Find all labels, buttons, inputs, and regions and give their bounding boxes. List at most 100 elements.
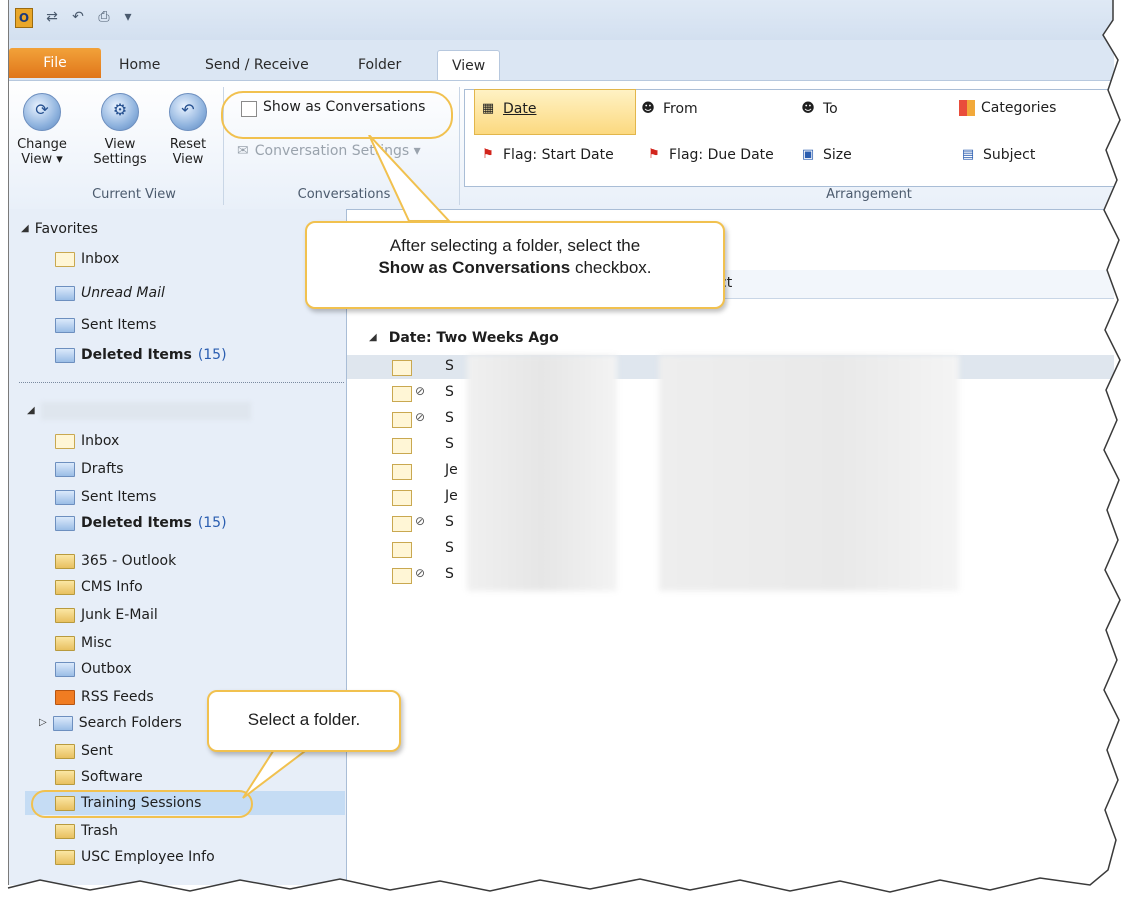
nav-folder-misc[interactable]: Misc <box>55 631 112 655</box>
drafts-icon <box>55 461 75 477</box>
change-view-icon: ⟳ <box>23 93 61 131</box>
nav-folder-rss[interactable]: RSS Feeds <box>55 685 154 709</box>
reset-view-label: Reset View <box>169 137 207 167</box>
account-name-redacted <box>40 402 251 420</box>
people-icon: ☻ <box>641 101 655 116</box>
envelope-icon <box>392 542 412 558</box>
tab-send-receive[interactable]: Send / Receive <box>205 50 309 80</box>
change-view-label: Change View ▾ <box>17 137 67 167</box>
favorites-header[interactable]: ◢ Favorites <box>21 217 98 241</box>
quick-access-toolbar: O ⇄ ↶ ⎙ ▾ <box>9 0 1114 41</box>
arrange-by-flag-start[interactable]: ⚑ Flag: Start Date <box>479 146 614 164</box>
outbox-icon <box>55 661 75 677</box>
collapse-triangle-icon: ◢ <box>27 405 35 416</box>
size-icon: ▣ <box>801 147 815 162</box>
view-settings-icon: ⚙ <box>101 93 139 131</box>
callout-show-as-conversations: After selecting a folder, select the Sho… <box>305 221 725 309</box>
envelope-icon <box>392 490 412 506</box>
folder-icon <box>55 769 75 785</box>
nav-favorite-deleted[interactable]: Deleted Items (15) <box>55 343 227 367</box>
envelope-icon <box>392 568 412 584</box>
account-header[interactable]: ◢ <box>27 399 251 423</box>
send-receive-icon[interactable]: ⇄ <box>43 8 61 26</box>
arrange-by-from[interactable]: ☻ From <box>639 100 697 118</box>
nav-folder-cms-info[interactable]: CMS Info <box>55 575 143 599</box>
search-folder-icon <box>55 285 75 301</box>
date-group-header[interactable]: ◢ Date: Two Weeks Ago <box>369 326 559 350</box>
callout-pointer <box>368 135 452 222</box>
folder-icon <box>55 849 75 865</box>
folder-icon <box>55 579 75 595</box>
arrange-by-date[interactable]: ▦ Date <box>479 100 537 118</box>
outlook-window: O ⇄ ↶ ⎙ ▾ Home Send / Receive Folder Vie… <box>8 0 1114 885</box>
nav-folder-junk[interactable]: Junk E-Mail <box>55 603 158 627</box>
current-view-group-label: Current View <box>92 187 176 202</box>
junk-folder-icon <box>55 607 75 623</box>
envelope-icon <box>392 516 412 532</box>
people-icon: ☻ <box>801 101 815 116</box>
view-settings-button[interactable]: ⚙ View Settings <box>89 89 151 167</box>
nav-folder-deleted[interactable]: Deleted Items (15) <box>55 511 227 535</box>
outlook-app-icon[interactable]: O <box>15 8 33 28</box>
nav-folder-365-outlook[interactable]: 365 - Outlook <box>55 549 176 573</box>
calendar-icon: ▦ <box>481 101 495 116</box>
search-folder-icon <box>52 715 73 731</box>
reset-view-icon: ↶ <box>169 93 207 131</box>
tab-view[interactable]: View <box>437 50 501 81</box>
red-flag-icon: ⚑ <box>648 147 660 162</box>
tab-folder[interactable]: Folder <box>358 50 401 80</box>
red-flag-icon: ⚑ <box>482 147 494 162</box>
nav-folder-usc-employee-info[interactable]: USC Employee Info <box>55 845 215 869</box>
callout-select-folder: Select a folder. <box>207 690 401 752</box>
highlight-training-sessions <box>31 790 253 818</box>
sent-items-icon <box>55 489 75 505</box>
arrange-by-categories[interactable]: Categories <box>959 100 1056 116</box>
deleted-items-icon <box>55 347 75 363</box>
redacted-subject-block <box>659 355 959 591</box>
arrange-by-size[interactable]: ▣ Size <box>799 146 852 164</box>
tab-file[interactable]: File <box>9 48 101 78</box>
tab-home[interactable]: Home <box>119 50 160 80</box>
envelope-icon <box>392 360 412 376</box>
deleted-items-icon <box>55 515 75 531</box>
envelope-icon <box>392 438 412 454</box>
attachment-icon: ⊘ <box>415 566 426 580</box>
customize-qat-icon[interactable]: ▾ <box>119 8 137 26</box>
nav-folder-outbox[interactable]: Outbox <box>55 657 132 681</box>
attachment-icon: ⊘ <box>415 410 426 424</box>
ribbon-tabs: Home Send / Receive Folder View <box>9 40 1114 81</box>
attachment-icon: ⊘ <box>415 514 426 528</box>
nav-folder-drafts[interactable]: Drafts <box>55 457 124 481</box>
envelope-icon <box>392 464 412 480</box>
view-settings-label: View Settings <box>93 137 147 167</box>
print-icon[interactable]: ⎙ <box>95 8 113 26</box>
arrangement-group-label: Arrangement <box>826 187 912 202</box>
nav-favorite-sent[interactable]: Sent Items <box>55 313 156 337</box>
change-view-button[interactable]: ⟳ Change View ▾ <box>11 89 73 167</box>
nav-folder-trash[interactable]: Trash <box>55 819 118 843</box>
subject-icon: ▤ <box>961 147 975 162</box>
arrange-by-to[interactable]: ☻ To <box>799 100 838 118</box>
highlight-show-as-conversations <box>221 91 453 139</box>
nav-favorite-unread[interactable]: Unread Mail <box>55 281 165 305</box>
reset-view-button[interactable]: ↶ Reset View <box>157 89 219 167</box>
categories-icon <box>959 100 975 116</box>
folder-icon <box>55 823 75 839</box>
arrange-by-flag-due[interactable]: ⚑ Flag: Due Date <box>645 146 774 164</box>
nav-folder-inbox[interactable]: Inbox <box>55 429 119 453</box>
nav-favorite-inbox[interactable]: Inbox <box>55 247 119 271</box>
nav-folder-search-folders[interactable]: ▷ Search Folders <box>39 711 182 735</box>
nav-folder-sent-items[interactable]: Sent Items <box>55 485 156 509</box>
conversation-settings-icon: ✉ <box>237 143 249 159</box>
arrange-by-subject[interactable]: ▤ Subject <box>959 146 1036 164</box>
expand-triangle-icon: ▷ <box>39 717 47 728</box>
inbox-icon <box>55 433 75 449</box>
nav-folder-software[interactable]: Software <box>55 765 143 789</box>
nav-folder-sent[interactable]: Sent <box>55 739 113 763</box>
rss-feed-icon <box>55 689 75 705</box>
folder-icon <box>55 635 75 651</box>
undo-icon[interactable]: ↶ <box>69 8 87 26</box>
collapse-triangle-icon: ◢ <box>369 332 377 343</box>
divider <box>19 382 344 383</box>
folder-icon <box>55 553 75 569</box>
